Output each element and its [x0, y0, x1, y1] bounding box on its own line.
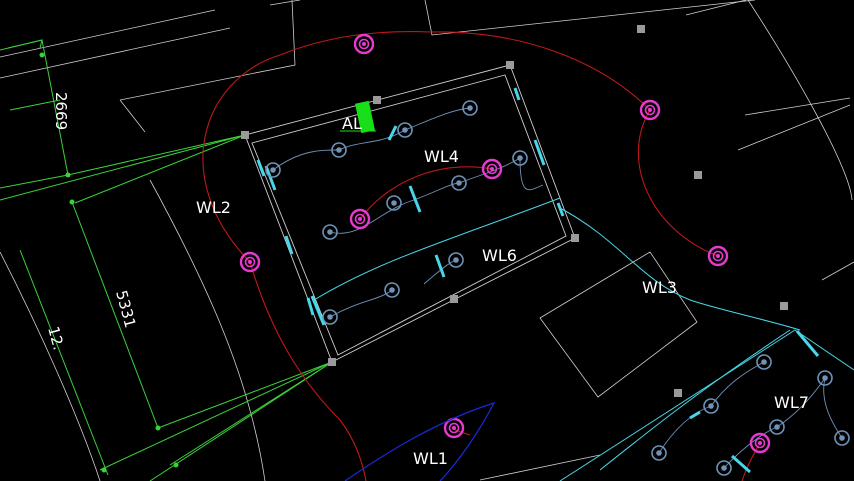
- gray-square-icon: [637, 25, 645, 33]
- gray-square-icon: [506, 61, 514, 69]
- label-wl4: WL4: [424, 147, 459, 166]
- gray-square-icon: [373, 96, 381, 104]
- label-wl3: WL3: [642, 278, 677, 297]
- gray-square-icon: [694, 171, 702, 179]
- gray-square-icon: [571, 234, 579, 242]
- gray-square-icon: [780, 302, 788, 310]
- label-wl1: WL1: [413, 449, 448, 468]
- gray-square-icon: [674, 389, 682, 397]
- cad-drawing: 2669 5331 12. AL WL2 WL4 WL6 WL3 WL7 WL1: [0, 0, 854, 481]
- canvas-background: [0, 0, 854, 481]
- label-wl7: WL7: [774, 393, 809, 412]
- gray-square-icon: [328, 358, 336, 366]
- dimension-2669: 2669: [52, 92, 70, 130]
- panel-label: AL: [342, 114, 362, 133]
- gray-square-icon: [450, 295, 458, 303]
- label-wl6: WL6: [482, 246, 517, 265]
- gray-square-icon: [241, 131, 249, 139]
- label-wl2: WL2: [196, 198, 231, 217]
